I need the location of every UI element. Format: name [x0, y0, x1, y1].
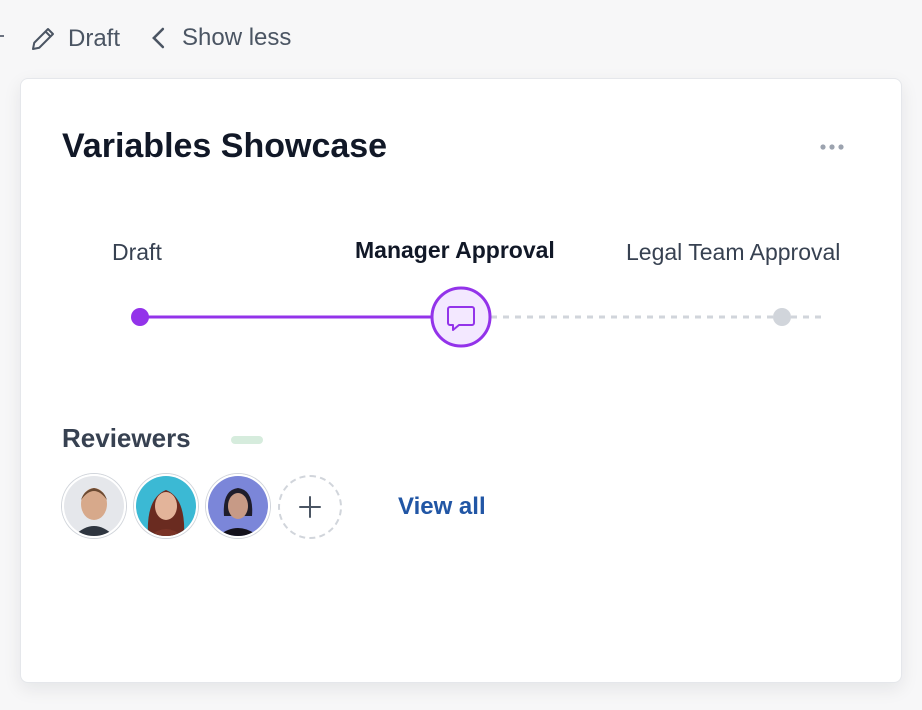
avatar-portrait-2	[136, 476, 196, 536]
pencil-icon	[32, 28, 54, 50]
reviewers-heading: Reviewers	[62, 423, 191, 453]
show-less-button[interactable]: Show less	[150, 24, 291, 52]
card-title: Variables Showcase	[62, 127, 388, 165]
view-all-link[interactable]: View all	[398, 493, 486, 521]
step-marker-manager-approval	[430, 286, 492, 348]
more-options-icon[interactable]	[813, 135, 853, 159]
avatar-reviewer-3[interactable]	[206, 474, 270, 538]
workflow-card: Variables Showcase Draft Manager Approva…	[20, 78, 902, 683]
avatar-portrait-1	[64, 476, 124, 536]
add-reviewer-button[interactable]	[278, 475, 342, 539]
draft-status-button[interactable]: Draft	[28, 24, 120, 54]
avatar-reviewer-1[interactable]	[62, 474, 126, 538]
plus-icon	[299, 496, 321, 518]
comment-icon	[447, 306, 475, 331]
top-bar: Draft Show less	[0, 0, 922, 78]
step-label-manager-approval: Manager Approval	[355, 237, 555, 263]
chevron-left-icon	[152, 27, 165, 49]
back-arrow-icon[interactable]	[0, 30, 6, 42]
avatar-portrait-3	[208, 476, 268, 536]
step-marker-legal-team-approval	[773, 308, 791, 326]
step-label-legal-team-approval: Legal Team Approval	[626, 239, 841, 265]
show-less-label: Show less	[182, 24, 292, 51]
reviewers-count-badge	[231, 436, 263, 444]
step-marker-draft	[131, 308, 149, 326]
step-label-draft: Draft	[112, 239, 162, 265]
draft-status-label: Draft	[68, 25, 121, 52]
avatar-reviewer-2[interactable]	[134, 474, 198, 538]
